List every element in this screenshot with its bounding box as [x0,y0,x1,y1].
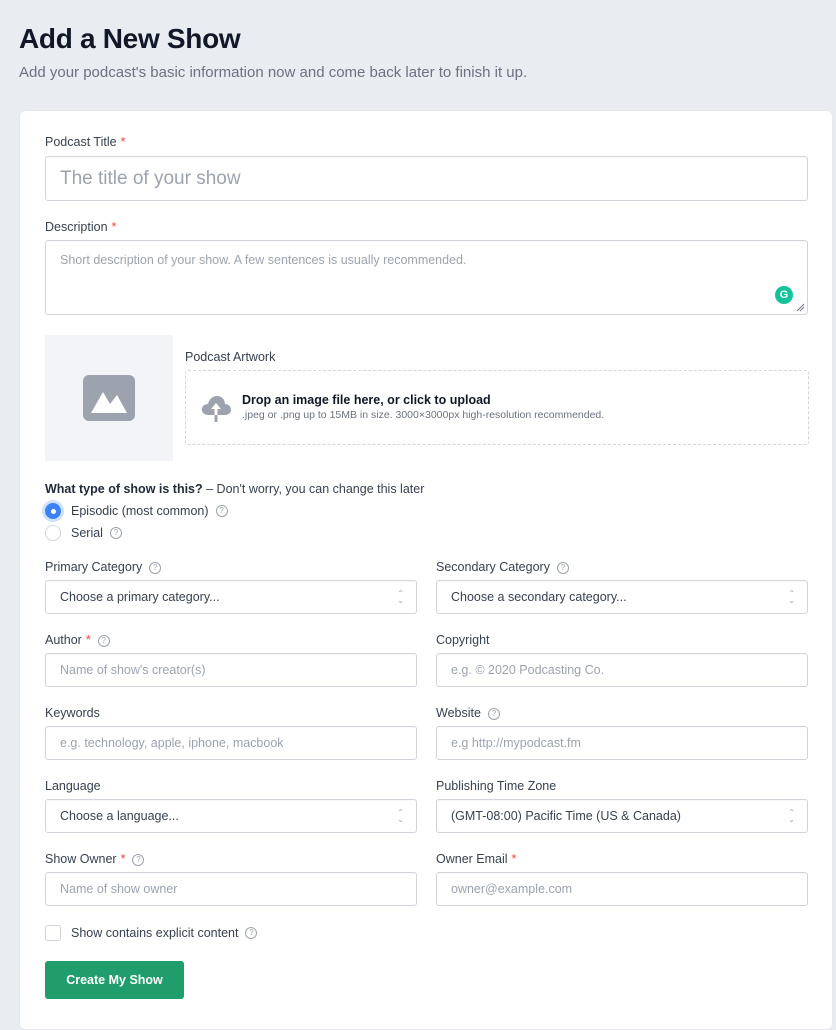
radio-episodic[interactable] [45,503,61,519]
language-label: Language [45,779,101,794]
podcast-title-label: Podcast Title * [45,135,125,150]
chevron-up-down-icon: ⌃⌄ [397,590,404,604]
new-show-form: Podcast Title * The title of your show D… [19,110,833,1030]
author-placeholder: Name of show's creator(s) [60,663,205,677]
time-zone-select[interactable]: (GMT-08:00) Pacific Time (US & Canada) ⌃… [436,799,808,833]
explicit-content-checkbox[interactable] [45,925,61,941]
resize-handle-icon[interactable] [795,302,805,312]
label-text: Podcast Artwork [185,350,275,365]
description-textarea[interactable]: Short description of your show. A few se… [45,240,808,315]
podcast-title-placeholder: The title of your show [60,168,241,190]
required-marker: * [512,852,517,867]
artwork-preview [45,335,173,461]
show-owner-placeholder: Name of show owner [60,882,177,896]
label-text: Description [45,220,108,235]
website-label: Website ? [436,706,500,721]
select-value: (GMT-08:00) Pacific Time (US & Canada) [451,809,681,823]
label-text: Copyright [436,633,490,648]
select-value: Choose a language... [60,809,179,823]
label-text: Owner Email [436,852,508,867]
website-input[interactable]: e.g http://mypodcast.fm [436,726,808,760]
label-text: Primary Category [45,560,142,575]
required-marker: * [86,633,91,648]
help-icon[interactable]: ? [557,562,569,574]
help-icon[interactable]: ? [132,854,144,866]
description-placeholder: Short description of your show. A few se… [60,253,466,267]
secondary-category-select[interactable]: Choose a secondary category... ⌃⌄ [436,580,808,614]
show-owner-input[interactable]: Name of show owner [45,872,417,906]
help-icon[interactable]: ? [216,505,228,517]
image-icon [83,375,135,421]
page-subtitle: Add your podcast's basic information now… [19,64,819,82]
help-icon[interactable]: ? [245,927,257,939]
owner-email-placeholder: owner@example.com [451,882,572,896]
podcast-title-input[interactable]: The title of your show [45,156,808,201]
label-text: Secondary Category [436,560,550,575]
radio-serial[interactable] [45,525,61,541]
cloud-upload-icon [200,393,232,423]
keywords-input[interactable]: e.g. technology, apple, iphone, macbook [45,726,417,760]
label-text: Language [45,779,101,794]
copyright-label: Copyright [436,633,490,648]
label-text: Author [45,633,82,648]
select-value: Choose a primary category... [60,590,220,604]
label-text: Podcast Title [45,135,117,150]
required-marker: * [112,220,117,235]
help-icon[interactable]: ? [488,708,500,720]
label-text: Publishing Time Zone [436,779,556,794]
website-placeholder: e.g http://mypodcast.fm [451,736,581,750]
show-type-label: What type of show is this? – Don't worry… [45,482,424,497]
keywords-label: Keywords [45,706,100,721]
show-type-hint: – Don't worry, you can change this later [203,482,425,497]
help-icon[interactable]: ? [98,635,110,647]
copyright-placeholder: e.g. © 2020 Podcasting Co. [451,663,604,677]
select-value: Choose a secondary category... [451,590,627,604]
chevron-up-down-icon: ⌃⌄ [788,590,795,604]
page-title: Add a New Show [19,22,819,56]
chevron-up-down-icon: ⌃⌄ [397,809,404,823]
author-label: Author * ? [45,633,110,648]
radio-option-episodic[interactable]: Episodic (most common) ? [45,503,228,519]
grammarly-icon[interactable]: G [775,286,793,304]
radio-option-serial[interactable]: Serial ? [45,525,122,541]
checkbox-label: Show contains explicit content [71,926,238,940]
radio-label: Serial [71,526,103,540]
help-icon[interactable]: ? [149,562,161,574]
description-label: Description * [45,220,116,235]
help-icon[interactable]: ? [110,527,122,539]
show-type-question: What type of show is this? [45,482,203,497]
show-owner-label: Show Owner * ? [45,852,144,867]
language-select[interactable]: Choose a language... ⌃⌄ [45,799,417,833]
create-show-button[interactable]: Create My Show [45,961,184,999]
chevron-up-down-icon: ⌃⌄ [788,809,795,823]
label-text: Show Owner [45,852,117,867]
secondary-category-label: Secondary Category ? [436,560,569,575]
keywords-placeholder: e.g. technology, apple, iphone, macbook [60,736,284,750]
label-text: Keywords [45,706,100,721]
owner-email-label: Owner Email * [436,852,516,867]
artwork-label: Podcast Artwork [185,350,275,365]
owner-email-input[interactable]: owner@example.com [436,872,808,906]
page-header: Add a New Show Add your podcast's basic … [19,22,819,82]
label-text: Website [436,706,481,721]
dropzone-title: Drop an image file here, or click to upl… [242,393,604,408]
artwork-dropzone[interactable]: Drop an image file here, or click to upl… [185,370,809,445]
copyright-input[interactable]: e.g. © 2020 Podcasting Co. [436,653,808,687]
time-zone-label: Publishing Time Zone [436,779,556,794]
explicit-content-option[interactable]: Show contains explicit content ? [45,925,257,941]
required-marker: * [121,135,126,150]
author-input[interactable]: Name of show's creator(s) [45,653,417,687]
radio-label: Episodic (most common) [71,504,209,518]
primary-category-label: Primary Category ? [45,560,161,575]
dropzone-subtitle: .jpeg or .png up to 15MB in size. 3000×3… [242,409,604,422]
dropzone-text: Drop an image file here, or click to upl… [242,393,604,422]
primary-category-select[interactable]: Choose a primary category... ⌃⌄ [45,580,417,614]
required-marker: * [121,852,126,867]
